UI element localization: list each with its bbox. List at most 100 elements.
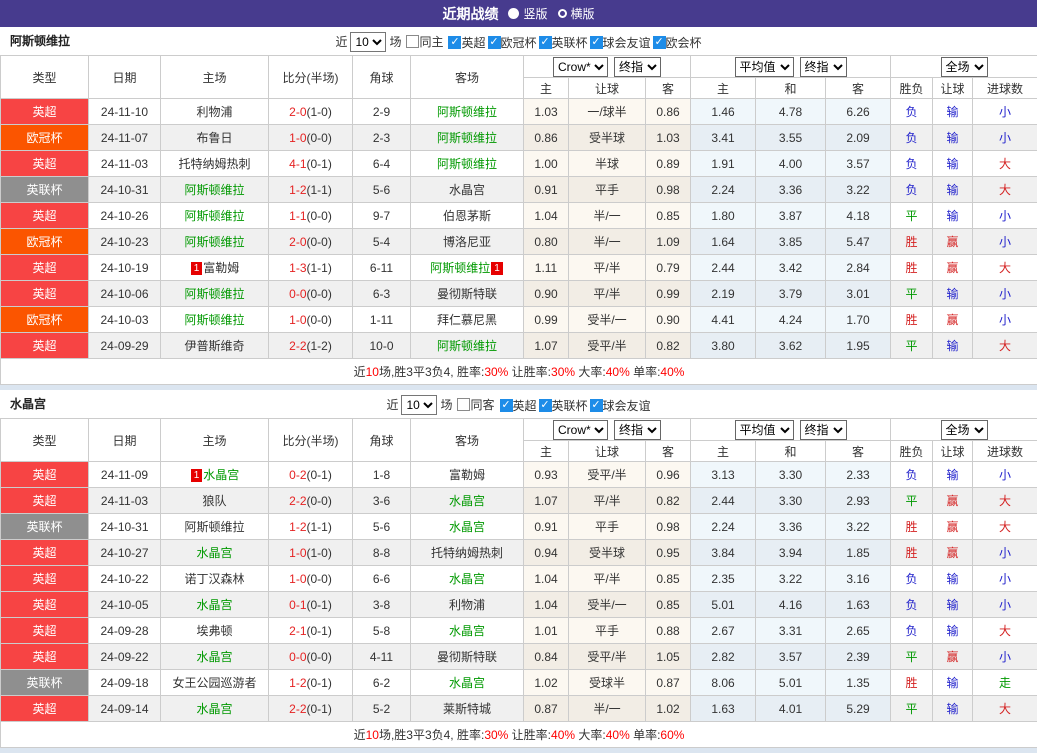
radio-vertical-layout[interactable]: 竖版 <box>508 5 547 22</box>
away-team-cell[interactable]: 水晶宫 <box>411 488 524 514</box>
away-team-name[interactable]: 水晶宫 <box>449 676 485 690</box>
average-select[interactable]: 平均值 <box>735 57 794 77</box>
away-team-name[interactable]: 阿斯顿维拉 <box>437 105 497 119</box>
away-team-cell[interactable]: 曼彻斯特联 <box>411 644 524 670</box>
home-team-name[interactable]: 埃弗顿 <box>196 624 232 638</box>
scope-select[interactable]: 全场 <box>941 57 988 77</box>
competition-filter[interactable]: ✓球会友谊 <box>590 392 651 420</box>
checkbox-checked-icon[interactable]: ✓ <box>590 399 603 412</box>
home-team-cell[interactable]: 狼队 <box>161 488 269 514</box>
away-team-cell[interactable]: 托特纳姆热刺 <box>411 540 524 566</box>
home-team-name[interactable]: 布鲁日 <box>196 131 232 145</box>
home-team-cell[interactable]: 布鲁日 <box>161 125 269 151</box>
away-team-name[interactable]: 阿斯顿维拉 <box>437 131 497 145</box>
home-team-cell[interactable]: 阿斯顿维拉 <box>161 514 269 540</box>
final-odds-select[interactable]: 终指 <box>614 420 661 440</box>
competition-filter[interactable]: ✓英超 <box>448 29 485 57</box>
away-team-cell[interactable]: 水晶宫 <box>411 566 524 592</box>
scope-select[interactable]: 全场 <box>941 420 988 440</box>
away-team-cell[interactable]: 利物浦 <box>411 592 524 618</box>
home-team-name[interactable]: 水晶宫 <box>203 468 239 482</box>
home-team-name[interactable]: 狼队 <box>202 494 226 508</box>
away-team-cell[interactable]: 水晶宫 <box>411 670 524 696</box>
competition-filter[interactable]: ✓英超 <box>500 392 537 420</box>
away-team-cell[interactable]: 富勒姆 <box>411 462 524 488</box>
away-team-name[interactable]: 水晶宫 <box>449 183 485 197</box>
away-team-cell[interactable]: 阿斯顿维拉1 <box>411 255 524 281</box>
away-team-name[interactable]: 曼彻斯特联 <box>437 287 497 301</box>
checkbox-checked-icon[interactable]: ✓ <box>590 36 603 49</box>
checkbox-checked-icon[interactable]: ✓ <box>488 36 501 49</box>
checkbox-checked-icon[interactable]: ✓ <box>539 399 552 412</box>
away-team-name[interactable]: 托特纳姆热刺 <box>431 546 503 560</box>
home-team-name[interactable]: 阿斯顿维拉 <box>184 520 244 534</box>
final-odds-select[interactable]: 终指 <box>614 57 661 77</box>
away-team-name[interactable]: 水晶宫 <box>449 494 485 508</box>
home-team-name[interactable]: 阿斯顿维拉 <box>184 235 244 249</box>
average-select[interactable]: 平均值 <box>735 420 794 440</box>
bookmaker-select[interactable]: Crow* <box>553 420 608 440</box>
away-team-name[interactable]: 阿斯顿维拉 <box>430 261 490 275</box>
home-team-name[interactable]: 水晶宫 <box>196 546 232 560</box>
home-team-cell[interactable]: 阿斯顿维拉 <box>161 177 269 203</box>
home-team-cell[interactable]: 伊普斯维奇 <box>161 333 269 359</box>
competition-filter[interactable]: ✓欧冠杯 <box>488 29 537 57</box>
final-odds-select-2[interactable]: 终指 <box>800 57 847 77</box>
competition-filter[interactable]: ✓英联杯 <box>539 29 588 57</box>
home-team-cell[interactable]: 1水晶宫 <box>161 462 269 488</box>
away-team-name[interactable]: 利物浦 <box>449 598 485 612</box>
home-team-cell[interactable]: 水晶宫 <box>161 592 269 618</box>
home-team-name[interactable]: 水晶宫 <box>196 650 232 664</box>
home-team-cell[interactable]: 阿斯顿维拉 <box>161 229 269 255</box>
home-team-cell[interactable]: 利物浦 <box>161 99 269 125</box>
home-team-name[interactable]: 阿斯顿维拉 <box>184 209 244 223</box>
bookmaker-select[interactable]: Crow* <box>553 57 608 77</box>
away-team-name[interactable]: 莱斯特城 <box>443 702 491 716</box>
home-team-name[interactable]: 阿斯顿维拉 <box>184 287 244 301</box>
radio-unselected-icon[interactable] <box>558 9 567 18</box>
same-venue-filter[interactable]: 同客 <box>457 391 494 419</box>
competition-filter[interactable]: ✓球会友谊 <box>590 29 651 57</box>
home-team-cell[interactable]: 女王公园巡游者 <box>161 670 269 696</box>
home-team-cell[interactable]: 托特纳姆热刺 <box>161 151 269 177</box>
checkbox-checked-icon[interactable]: ✓ <box>448 36 461 49</box>
home-team-cell[interactable]: 水晶宫 <box>161 540 269 566</box>
away-team-cell[interactable]: 曼彻斯特联 <box>411 281 524 307</box>
rounds-select[interactable]: 10 <box>401 395 437 415</box>
home-team-name[interactable]: 伊普斯维奇 <box>184 339 244 353</box>
home-team-name[interactable]: 阿斯顿维拉 <box>184 183 244 197</box>
checkbox-checked-icon[interactable]: ✓ <box>500 399 513 412</box>
away-team-name[interactable]: 阿斯顿维拉 <box>437 339 497 353</box>
home-team-cell[interactable]: 水晶宫 <box>161 644 269 670</box>
away-team-name[interactable]: 水晶宫 <box>449 624 485 638</box>
competition-filter[interactable]: ✓英联杯 <box>539 392 588 420</box>
same-venue-filter[interactable]: 同主 <box>406 28 443 56</box>
home-team-cell[interactable]: 诺丁汉森林 <box>161 566 269 592</box>
checkbox-checked-icon[interactable]: ✓ <box>653 36 666 49</box>
final-odds-select-2[interactable]: 终指 <box>800 420 847 440</box>
away-team-name[interactable]: 富勒姆 <box>449 468 485 482</box>
away-team-cell[interactable]: 阿斯顿维拉 <box>411 333 524 359</box>
home-team-cell[interactable]: 阿斯顿维拉 <box>161 203 269 229</box>
away-team-name[interactable]: 水晶宫 <box>449 572 485 586</box>
away-team-cell[interactable]: 阿斯顿维拉 <box>411 99 524 125</box>
home-team-name[interactable]: 水晶宫 <box>196 598 232 612</box>
radio-selected-icon[interactable] <box>508 8 519 19</box>
competition-filter[interactable]: ✓欧会杯 <box>653 29 702 57</box>
away-team-cell[interactable]: 伯恩茅斯 <box>411 203 524 229</box>
home-team-name[interactable]: 利物浦 <box>196 105 232 119</box>
away-team-name[interactable]: 曼彻斯特联 <box>437 650 497 664</box>
home-team-name[interactable]: 水晶宫 <box>196 702 232 716</box>
radio-vertical-label[interactable]: 竖版 <box>523 5 547 22</box>
home-team-cell[interactable]: 水晶宫 <box>161 696 269 722</box>
away-team-cell[interactable]: 拜仁慕尼黑 <box>411 307 524 333</box>
away-team-name[interactable]: 拜仁慕尼黑 <box>437 313 497 327</box>
home-team-cell[interactable]: 埃弗顿 <box>161 618 269 644</box>
away-team-cell[interactable]: 博洛尼亚 <box>411 229 524 255</box>
away-team-cell[interactable]: 阿斯顿维拉 <box>411 151 524 177</box>
away-team-cell[interactable]: 莱斯特城 <box>411 696 524 722</box>
home-team-name[interactable]: 女王公园巡游者 <box>172 676 256 690</box>
rounds-select[interactable]: 10 <box>350 32 386 52</box>
away-team-cell[interactable]: 水晶宫 <box>411 618 524 644</box>
checkbox-unchecked-icon[interactable] <box>457 398 470 411</box>
